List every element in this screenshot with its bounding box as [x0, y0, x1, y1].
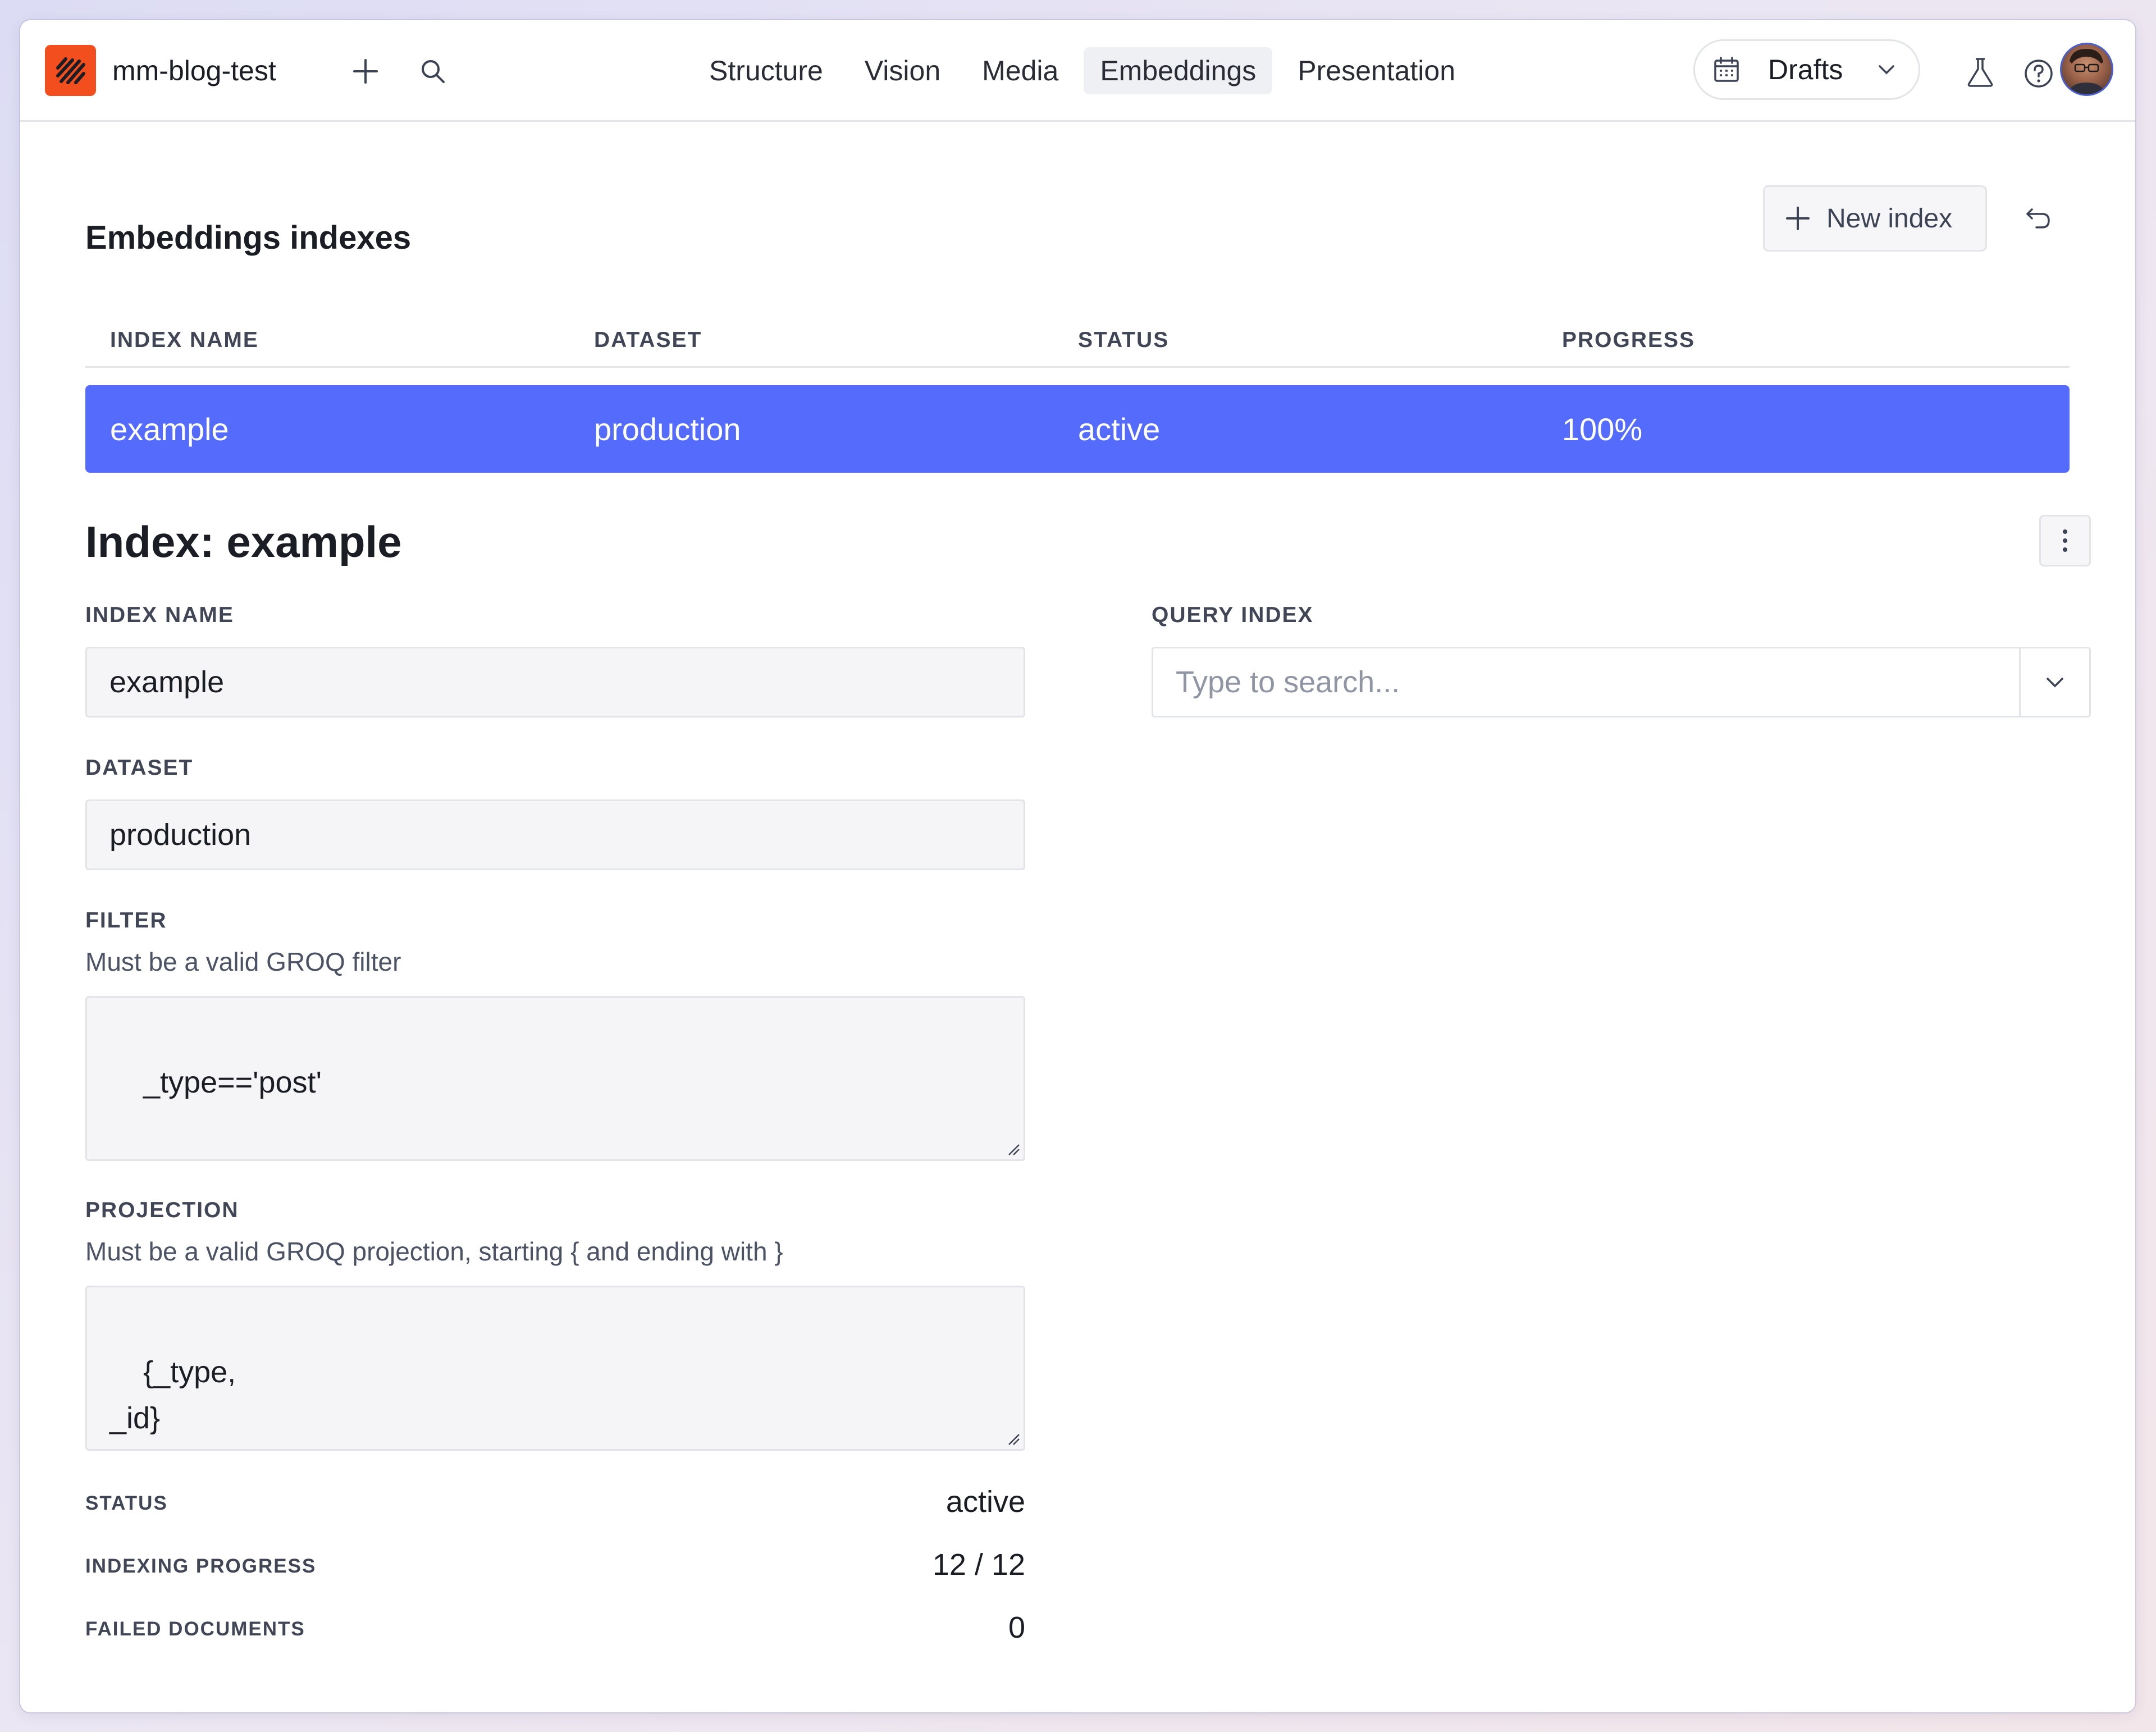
chevron-down-icon: [2047, 678, 2063, 688]
query-dropdown-toggle[interactable]: [2019, 648, 2089, 716]
table-header-divider: [85, 366, 2070, 368]
resize-grip-icon[interactable]: [1006, 1431, 1020, 1446]
query-index-label: QUERY INDEX: [1152, 603, 1314, 627]
tool-nav: Structure Vision Media Embeddings Presen…: [693, 47, 1481, 94]
filter-description: Must be a valid GROQ filter: [85, 947, 401, 976]
index-detail-title: Index: example: [85, 517, 402, 566]
search-button[interactable]: [413, 52, 453, 91]
kebab-menu-icon: [2063, 529, 2067, 552]
top-navbar: mm-blog-test Structure Vision Media Embe…: [20, 20, 2135, 122]
status-value: active: [945, 1485, 1025, 1519]
nav-tab-structure[interactable]: Structure: [693, 47, 839, 94]
query-search-input[interactable]: [1153, 648, 2019, 716]
nav-tab-presentation[interactable]: Presentation: [1281, 47, 1472, 94]
help-button[interactable]: [2019, 54, 2058, 93]
indexes-title: Embeddings indexes: [85, 220, 412, 256]
dataset-label: DATASET: [85, 756, 194, 780]
resize-grip-icon[interactable]: [1006, 1141, 1020, 1156]
index-name-label: INDEX NAME: [85, 603, 234, 627]
workspace-logo[interactable]: [45, 45, 96, 96]
undo-arrow-icon: [2026, 208, 2050, 229]
logo-scribble-icon: [56, 57, 85, 84]
calendar-icon: [1714, 57, 1739, 82]
filter-textarea[interactable]: _type=='post': [85, 996, 1025, 1161]
failed-documents-value: 0: [1008, 1611, 1025, 1644]
perspective-select[interactable]: Drafts: [1693, 39, 1920, 100]
user-avatar[interactable]: [2060, 43, 2113, 96]
nav-tab-vision[interactable]: Vision: [848, 47, 957, 94]
help-icon: [2025, 60, 2053, 88]
nav-tab-media[interactable]: Media: [966, 47, 1075, 94]
indexing-progress-label: INDEXING PROGRESS: [85, 1555, 317, 1577]
new-index-button[interactable]: New index: [1763, 185, 1987, 252]
chevron-down-icon: [1879, 65, 1895, 75]
indexing-progress-value: 12 / 12: [932, 1548, 1025, 1582]
column-header-progress: PROGRESS: [1562, 328, 1696, 352]
avatar-portrait: [2067, 49, 2105, 94]
create-new-button[interactable]: [346, 52, 385, 91]
plus-icon: [1786, 207, 1810, 230]
projection-label: PROJECTION: [85, 1198, 239, 1222]
query-index-combobox[interactable]: [1152, 647, 2091, 718]
nav-tab-embeddings[interactable]: Embeddings: [1084, 47, 1273, 94]
workspace-name[interactable]: mm-blog-test: [112, 54, 276, 88]
refresh-button[interactable]: [2019, 199, 2058, 238]
row-dataset: production: [594, 411, 741, 447]
table-row[interactable]: example production active 100%: [85, 385, 2070, 473]
tasks-button[interactable]: [1961, 53, 2000, 92]
row-status: active: [1078, 411, 1161, 447]
dataset-field[interactable]: production: [85, 799, 1025, 870]
new-index-label: New index: [1826, 203, 1953, 234]
column-header-index-name: INDEX NAME: [110, 328, 259, 352]
perspective-label: Drafts: [1768, 54, 1843, 85]
projection-textarea[interactable]: {_type, _id}: [85, 1286, 1025, 1451]
index-name-field[interactable]: example: [85, 647, 1025, 718]
row-index-name: example: [110, 411, 229, 447]
filter-value: _type=='post': [143, 1066, 322, 1099]
column-header-status: STATUS: [1078, 328, 1170, 352]
filter-label: FILTER: [85, 908, 167, 933]
flask-icon: [1967, 58, 1993, 87]
row-progress: 100%: [1562, 411, 1643, 447]
failed-documents-label: FAILED DOCUMENTS: [85, 1618, 305, 1640]
projection-description: Must be a valid GROQ projection, startin…: [85, 1237, 783, 1266]
search-icon: [422, 60, 445, 83]
projection-value: {_type, _id}: [109, 1355, 236, 1435]
column-header-dataset: DATASET: [594, 328, 702, 352]
studio-window: mm-blog-test Structure Vision Media Embe…: [20, 20, 2135, 1712]
status-label: STATUS: [85, 1492, 168, 1514]
more-options-button[interactable]: [2039, 515, 2091, 566]
plus-icon: [353, 59, 378, 84]
